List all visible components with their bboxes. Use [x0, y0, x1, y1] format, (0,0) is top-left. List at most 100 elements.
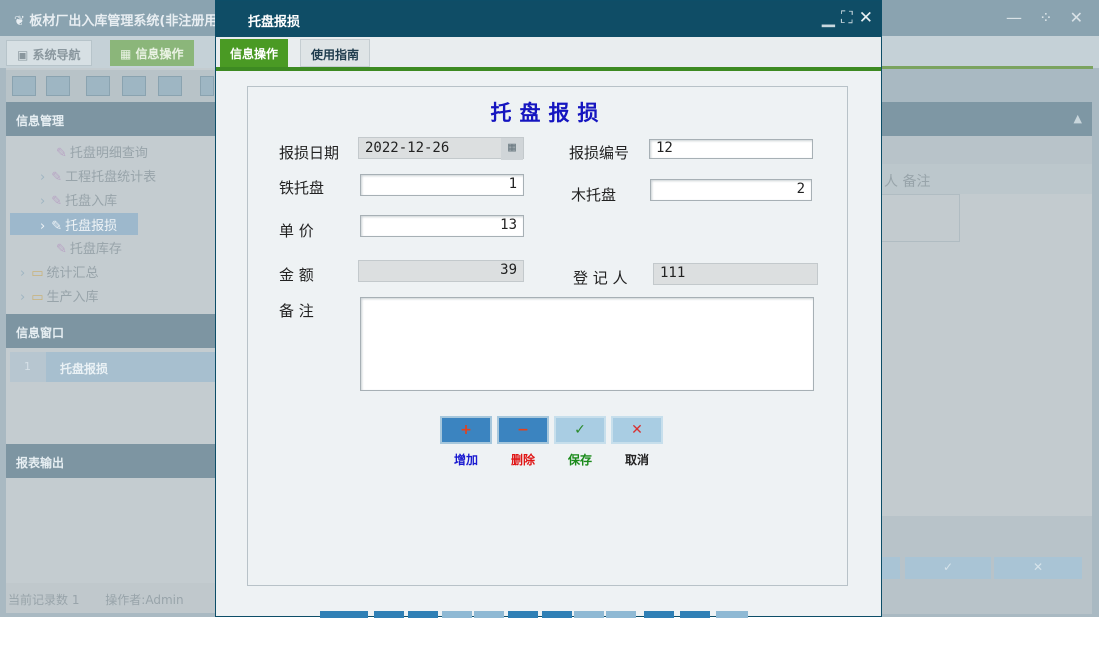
collapse-up-icon[interactable]: ▲ [1074, 112, 1082, 125]
remark-label: 备 注 [279, 302, 314, 320]
strip-button[interactable] [408, 611, 438, 618]
user-tool-icon[interactable] [122, 76, 146, 96]
right-action-button[interactable] [880, 557, 900, 579]
amount-field: 39 [358, 260, 524, 282]
item-icon: ✎ [51, 170, 63, 185]
delete-label: 删除 [510, 453, 535, 467]
form-title: 托盘报损 [490, 100, 607, 125]
strip-button[interactable] [574, 611, 604, 618]
cancel-button[interactable]: ✕ [611, 416, 663, 444]
tree-item-project-stats[interactable]: › ✎ 工程托盘统计表 [40, 166, 156, 188]
right-cancel-button[interactable]: ✕ [994, 557, 1082, 579]
registrar-label: 登 记 人 [573, 269, 628, 287]
left-panel: 信息管理 ✎ 托盘明细查询 › ✎ 工程托盘统计表 › ✎ 托盘入库 › ✎ 托盘报损 ✎ 托盘… [6, 68, 216, 613]
number-field[interactable]: 12 [649, 139, 813, 159]
chevron-right-icon: › [20, 290, 26, 305]
iron-pallet-label: 铁托盘 [279, 179, 325, 197]
right-panel: ▲ 人 备注 ✓ ✕ [880, 102, 1092, 614]
document-tool-icon[interactable] [86, 76, 110, 96]
window-list-num: 1 [10, 352, 46, 382]
remark-textarea[interactable] [360, 297, 814, 391]
right-panel-header: ▲ [880, 102, 1092, 136]
dialog-titlebar[interactable]: 托盘报损 ▁ ⛶ ✕ [216, 1, 881, 37]
cancel-label: 取消 [624, 453, 649, 467]
folder-icon: ▭ [31, 290, 44, 305]
add-button[interactable]: + [440, 416, 492, 444]
section-info-management[interactable]: 信息管理 [6, 102, 216, 136]
window-icon: ▣ [17, 48, 33, 62]
tree-item-pallet-stock[interactable]: ✎ 托盘库存 [56, 238, 122, 260]
grid-header: 人 备注 [880, 164, 1092, 194]
dialog-title: 托盘报损 [248, 15, 301, 30]
section-info-window[interactable]: 信息窗口 [6, 314, 216, 348]
strip-button[interactable] [542, 611, 572, 618]
strip-button[interactable] [474, 611, 504, 618]
item-icon: ✎ [56, 242, 67, 257]
unit-price-label: 单 价 [279, 222, 314, 240]
form-panel: 托盘报损 报损日期 2022-12-26 ▦ 报损编号 12 铁托盘 1 木托盘… [247, 86, 848, 586]
right-save-button[interactable]: ✓ [905, 557, 991, 579]
app-logo-icon: ❦ [14, 14, 30, 29]
toolbar [6, 70, 216, 102]
plus-icon: + [460, 422, 472, 438]
minimize-icon[interactable]: ▁ [822, 8, 835, 28]
bottom-toolbar [316, 611, 756, 618]
status-bar: 当前记录数 1 操作者:Admin [6, 583, 216, 613]
item-icon: ✎ [51, 219, 63, 234]
main-window-controls[interactable]: — ⁘ ✕ [1006, 8, 1089, 27]
grid-body [880, 194, 1092, 516]
list-tool-icon[interactable] [46, 76, 70, 96]
wood-pallet-field[interactable]: 2 [650, 179, 812, 201]
more-tool-icon[interactable] [200, 76, 214, 96]
image-tool-icon[interactable] [158, 76, 182, 96]
chevron-right-icon: › [40, 170, 46, 185]
calendar-icon[interactable]: ▦ [501, 138, 523, 160]
number-label: 报损编号 [569, 144, 630, 162]
wood-pallet-label: 木托盘 [571, 186, 617, 204]
iron-pallet-field[interactable]: 1 [360, 174, 524, 196]
delete-button[interactable]: − [497, 416, 549, 444]
dialog-tabbar: 信息操作 使用指南 [216, 37, 881, 71]
maximize-icon[interactable]: ⛶ [841, 8, 853, 28]
strip-button[interactable] [680, 611, 710, 618]
grid-icon: ▦ [120, 47, 136, 61]
damage-dialog: 托盘报损 ▁ ⛶ ✕ 信息操作 使用指南 托盘报损 报损日期 2022-12-2… [215, 0, 882, 618]
main-title: ❦ 板材厂出入库管理系统(非注册用 [14, 14, 218, 29]
tab-underline [880, 66, 1093, 69]
strip-button[interactable] [374, 611, 404, 618]
date-field[interactable]: 2022-12-26 ▦ [358, 137, 524, 160]
tree-item-pallet-detail[interactable]: ✎ 托盘明细查询 [56, 142, 148, 164]
tree-item-statistics[interactable]: › ▭ 统计汇总 [20, 262, 99, 284]
tab-info-operation[interactable]: ▦ 信息操作 [110, 40, 194, 66]
strip-button[interactable] [320, 611, 368, 618]
tab-info-operation[interactable]: 信息操作 [220, 39, 289, 67]
chevron-right-icon: › [40, 219, 46, 234]
search-tool-icon[interactable] [12, 76, 36, 96]
tree-item-production-in[interactable]: › ▭ 生产入库 [20, 286, 99, 308]
tab-user-guide[interactable]: 使用指南 [300, 39, 371, 67]
check-icon: ✓ [574, 422, 586, 438]
save-button[interactable]: ✓ [554, 416, 606, 444]
tree-item-pallet-in[interactable]: › ✎ 托盘入库 [40, 190, 117, 212]
section-report-output[interactable]: 报表输出 [6, 444, 216, 478]
date-value: 2022-12-26 [365, 140, 450, 156]
chevron-right-icon: › [20, 266, 26, 281]
item-icon: ✎ [51, 194, 63, 209]
strip-button[interactable] [644, 611, 674, 618]
close-icon[interactable]: ✕ [859, 8, 873, 28]
right-action-bar: ✓ ✕ [880, 557, 1092, 581]
tab-system-navigation[interactable]: ▣ 系统导航 [6, 40, 92, 66]
chevron-right-icon: › [40, 194, 46, 209]
info-window-panel: 托盘报损 1 [6, 348, 216, 444]
tree-item-pallet-damage[interactable]: › ✎ 托盘报损 [10, 213, 138, 235]
minus-icon: − [517, 422, 529, 438]
close-icon: ✕ [631, 422, 643, 438]
strip-button[interactable] [716, 611, 748, 618]
save-label: 保存 [567, 453, 592, 467]
strip-button[interactable] [442, 611, 472, 618]
grid-cell [880, 194, 960, 242]
strip-button[interactable] [606, 611, 636, 618]
unit-price-field[interactable]: 13 [360, 215, 524, 237]
operator-label: 操作者:Admin [105, 593, 184, 607]
strip-button[interactable] [508, 611, 538, 618]
